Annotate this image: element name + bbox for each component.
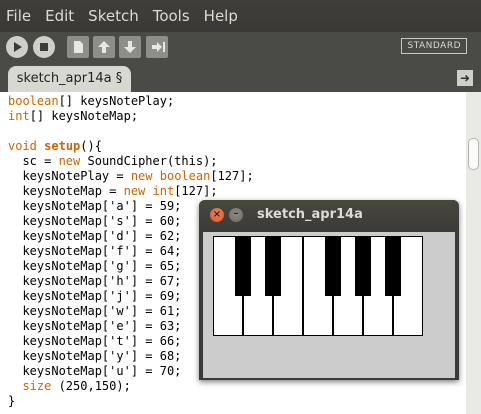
minimize-icon: – [233, 208, 239, 219]
stop-button[interactable] [33, 36, 55, 58]
black-key[interactable] [325, 236, 341, 296]
export-icon [152, 42, 165, 52]
menu-bar: File Edit Sketch Tools Help [0, 0, 481, 32]
menu-edit[interactable]: Edit [38, 0, 81, 32]
code-line: keysNotePlay = new boolean[127]; [8, 169, 254, 183]
scrollbar-thumb[interactable] [468, 138, 479, 170]
black-key[interactable] [265, 236, 281, 296]
stop-icon [40, 43, 48, 51]
close-icon: × [212, 209, 222, 220]
tab-bar: sketch_apr14a § ➜ [0, 62, 481, 92]
editor-scrollbar[interactable] [466, 92, 481, 414]
open-button[interactable] [93, 36, 115, 58]
code-line: } [8, 394, 16, 408]
minimize-button[interactable]: – [229, 208, 243, 222]
open-icon [98, 41, 110, 53]
sketch-window-title: sketch_apr14a [257, 207, 363, 222]
toolbar: STANDARD [0, 32, 481, 62]
sketch-canvas[interactable] [203, 232, 455, 378]
code-line: keysNoteMap = new int[127]; [8, 184, 218, 198]
save-icon [124, 41, 136, 53]
arrow-right-icon: ➜ [459, 71, 471, 85]
black-key[interactable] [355, 236, 371, 296]
sketch-titlebar[interactable]: × – sketch_apr14a [199, 200, 459, 230]
tab-menu-button[interactable]: ➜ [457, 70, 473, 86]
code-line: size (250,150); [22, 379, 131, 393]
code-line: int[] keysNoteMap; [8, 109, 139, 123]
menu-sketch[interactable]: Sketch [81, 0, 146, 32]
run-button[interactable] [6, 36, 28, 58]
black-key[interactable] [235, 236, 251, 296]
black-key[interactable] [385, 236, 401, 296]
menu-tools[interactable]: Tools [146, 0, 197, 32]
close-button[interactable]: × [210, 208, 224, 222]
tab-sketch[interactable]: sketch_apr14a § [8, 66, 131, 92]
save-button[interactable] [119, 36, 141, 58]
code-line: void setup(){ [8, 139, 102, 153]
code-line: boolean[] keysNotePlay; [8, 94, 175, 108]
new-icon [74, 41, 83, 53]
menu-help[interactable]: Help [197, 0, 245, 32]
export-button[interactable] [146, 36, 168, 58]
code-line: sc = new SoundCipher(this); [8, 154, 218, 168]
run-icon [14, 42, 22, 52]
piano-keyboard[interactable] [213, 236, 424, 337]
sketch-window: × – sketch_apr14a [199, 200, 459, 380]
mode-badge[interactable]: STANDARD [401, 38, 467, 54]
menu-file[interactable]: File [0, 0, 38, 32]
new-button[interactable] [67, 36, 89, 58]
